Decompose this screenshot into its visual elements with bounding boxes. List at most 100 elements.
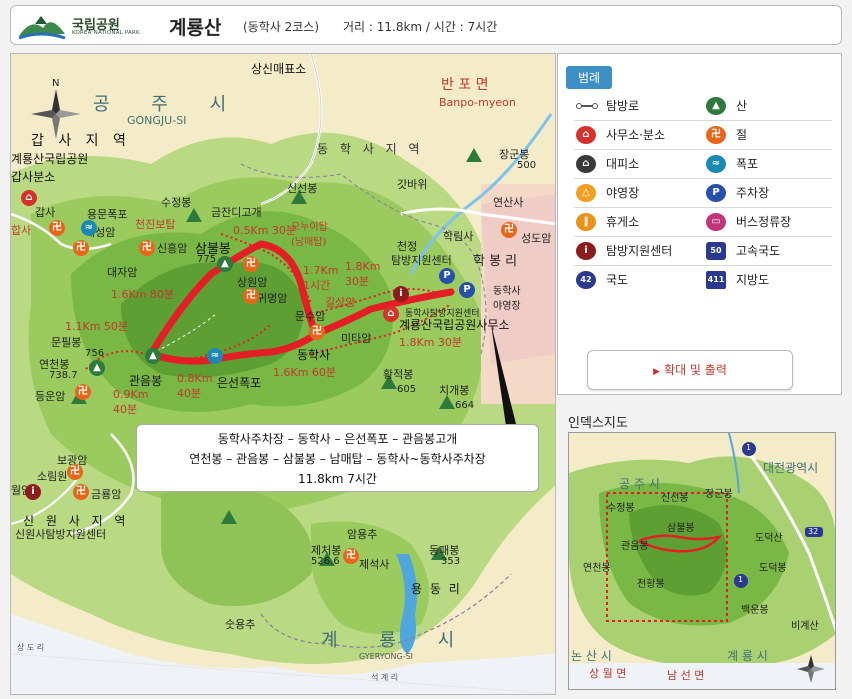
place-yeonsansa: 연산사 — [493, 196, 524, 209]
inset-gwaneum: 관음봉 — [621, 541, 649, 552]
place-sangsin: 상신매표소 — [251, 62, 307, 76]
temple-icon[interactable]: 卍 — [243, 256, 259, 272]
parking-icon[interactable]: P — [459, 282, 475, 298]
legend-label: 산 — [736, 99, 748, 113]
alt-yeoncheonbong: 738.7 — [49, 370, 78, 381]
place-harim: 학림사 — [443, 230, 474, 243]
legend-item-campsite: △ 야영장 — [574, 183, 639, 203]
temple-icon[interactable]: 卍 — [49, 220, 65, 236]
temple-icon[interactable]: 卍 — [501, 222, 517, 238]
place-seongdo: 성도암 — [521, 232, 552, 245]
legend-label: 대피소 — [606, 157, 640, 171]
dist-label: 1.6Km 60분 — [273, 366, 337, 379]
header-bar: 국립공원 KOREA NATIONAL PARK 계룡산 (동학사 2코스) 거… — [10, 5, 842, 45]
inset-road-32: 32 — [808, 527, 819, 536]
dist-label: 0.8Km 40분 — [177, 372, 213, 400]
place-namaetap: 오누이탑 (남매탑) — [291, 222, 328, 248]
place-gatbawi: 갓바위 — [397, 178, 428, 191]
waterfall-icon[interactable]: ≈ — [81, 220, 97, 236]
dist-label: 1.7Km 1시간 — [303, 264, 339, 292]
place-soriam: 소림원 — [37, 470, 68, 483]
dist-label: 1.8Km 30분 — [345, 260, 381, 288]
place-gwimyeongam: 귀명암 — [257, 292, 288, 305]
expressway-icon: 50 — [706, 242, 726, 260]
office-icon[interactable]: ⌂ — [383, 306, 399, 322]
info-center-icon[interactable]: i — [25, 484, 41, 500]
place-amyongchu: 암용추 — [347, 528, 378, 541]
inset-nonsan: 논 산 시 — [571, 649, 612, 663]
legend-panel: 범례 탐방로 ▲ 산 ⌂ 사무소·분소 卍 절 ⌂ 대피소 ≈ 폭포 △ 야영장… — [557, 53, 842, 395]
place-gapsa-office: 갑사분소 — [11, 170, 56, 184]
temple-icon[interactable]: 卍 — [139, 240, 155, 256]
info-center-icon[interactable]: i — [393, 286, 409, 302]
alt-dongpibong: 353 — [441, 556, 461, 567]
office-icon[interactable]: ⌂ — [21, 190, 37, 206]
temple-icon: 卍 — [706, 126, 726, 144]
waterfall-icon: ≈ — [706, 155, 726, 173]
trail-map[interactable]: N 공 주 시 GONGJU-SI 동 학 사 지 역 갑 사 지 역 신 원 … — [10, 53, 556, 695]
legend-row: i 탐방지원센터 50 고속국도 — [574, 237, 832, 266]
temple-icon[interactable]: 卍 — [309, 324, 325, 340]
place-sujeongbong: 수정봉 — [161, 196, 192, 209]
office-icon: ⌂ — [576, 126, 596, 144]
legend-item-mountain: ▲ 산 — [704, 96, 747, 116]
legend-row: △ 야영장 P 주차장 — [574, 179, 832, 208]
dist-label: 1.6Km 80분 — [111, 288, 175, 301]
legend-label: 탐방지원센터 — [606, 244, 673, 258]
zoom-print-button[interactable]: ▶ 확대 및 출력 — [587, 350, 793, 390]
mountain-icon[interactable]: ▲ — [217, 256, 233, 272]
inset-gyeryong: 계 룡 시 — [727, 649, 768, 663]
temple-icon[interactable]: 卍 — [343, 548, 359, 564]
legend-label: 사무소·분소 — [606, 128, 666, 142]
mountain-icon[interactable]: ▲ — [89, 360, 105, 376]
place-donghaksa: 동학사 — [297, 348, 331, 362]
temple-icon[interactable]: 卍 — [73, 240, 89, 256]
legend-label: 야영장 — [606, 186, 640, 200]
legend-label: 폭포 — [736, 157, 759, 171]
inset-map[interactable]: 1 1 32 대전광역시 공 주 시 신선봉 장군봉 수정봉 삼불봉 관음봉 도… — [568, 432, 836, 690]
place-chigaebong: 치개봉 — [439, 384, 470, 397]
alt-hwangjeokbong: 605 — [397, 384, 417, 395]
temple-icon[interactable]: 卍 — [67, 464, 83, 480]
place-munsuam: 문수암 — [295, 310, 326, 323]
course-name: (동학사 2코스) — [243, 20, 320, 34]
legend-label: 휴게소 — [606, 215, 640, 229]
region-gongju: 공 주 시 — [93, 94, 245, 115]
temple-icon[interactable]: 卍 — [73, 484, 89, 500]
place-hapsan: 합사 — [11, 224, 32, 237]
park-logo-icon — [18, 16, 66, 40]
bus-stop-icon: ▭ — [706, 213, 726, 231]
parking-icon[interactable]: P — [439, 268, 455, 284]
mountain-icon[interactable]: ▲ — [145, 348, 161, 364]
region-gongju-en: GONGJU-SI — [127, 114, 187, 127]
legend-item-trail: 탐방로 — [574, 96, 639, 116]
legend-item-expressway: 50 고속국도 — [704, 241, 780, 261]
route-line-1: 동학사주차장 – 동학사 – 은선폭포 – 관음봉고개 — [217, 432, 458, 446]
place-yongdongri: 용 동 리 — [411, 582, 462, 596]
temple-icon[interactable]: 卍 — [243, 288, 259, 304]
legend-item-bus: ▭ 버스정류장 — [704, 212, 791, 232]
legend-item-national-road: 42 국도 — [574, 270, 628, 290]
alt-sambulbong: 775 — [197, 254, 217, 265]
inset-road-1: 1 — [746, 443, 752, 452]
zoom-print-label: 확대 및 출력 — [664, 363, 727, 377]
legend-label: 절 — [736, 128, 748, 142]
waterfall-icon[interactable]: ≈ — [207, 348, 223, 364]
place-sinseonbong: 신선봉 — [287, 182, 318, 195]
inset-janggun: 장군봉 — [705, 489, 733, 500]
legend-item-parking: P 주차장 — [704, 183, 769, 203]
temple-icon[interactable]: 卍 — [75, 384, 91, 400]
campsite-icon: △ — [576, 184, 596, 202]
legend-row: 탐방로 ▲ 산 — [574, 92, 832, 121]
place-seokgyeri: 석 계 리 — [371, 673, 399, 682]
place-sinwon-tambang: 신원사탐방지원센터 — [15, 528, 107, 541]
place-hakbongri: 학 봉 리 — [473, 254, 518, 269]
mountain-icon: ▲ — [706, 97, 726, 115]
legend-item-shelter: ⌂ 대피소 — [574, 154, 639, 174]
rest-area-icon: ‖ — [576, 213, 596, 231]
alt-jeongyeong: 526.6 — [311, 556, 340, 567]
alt-chigaebong: 664 — [455, 400, 475, 411]
place-sutyongchu: 숫용추 — [225, 618, 256, 631]
alt-janggunbong: 500 — [517, 160, 537, 171]
place-gyeryong-office: 계룡산국립공원 — [11, 152, 89, 166]
